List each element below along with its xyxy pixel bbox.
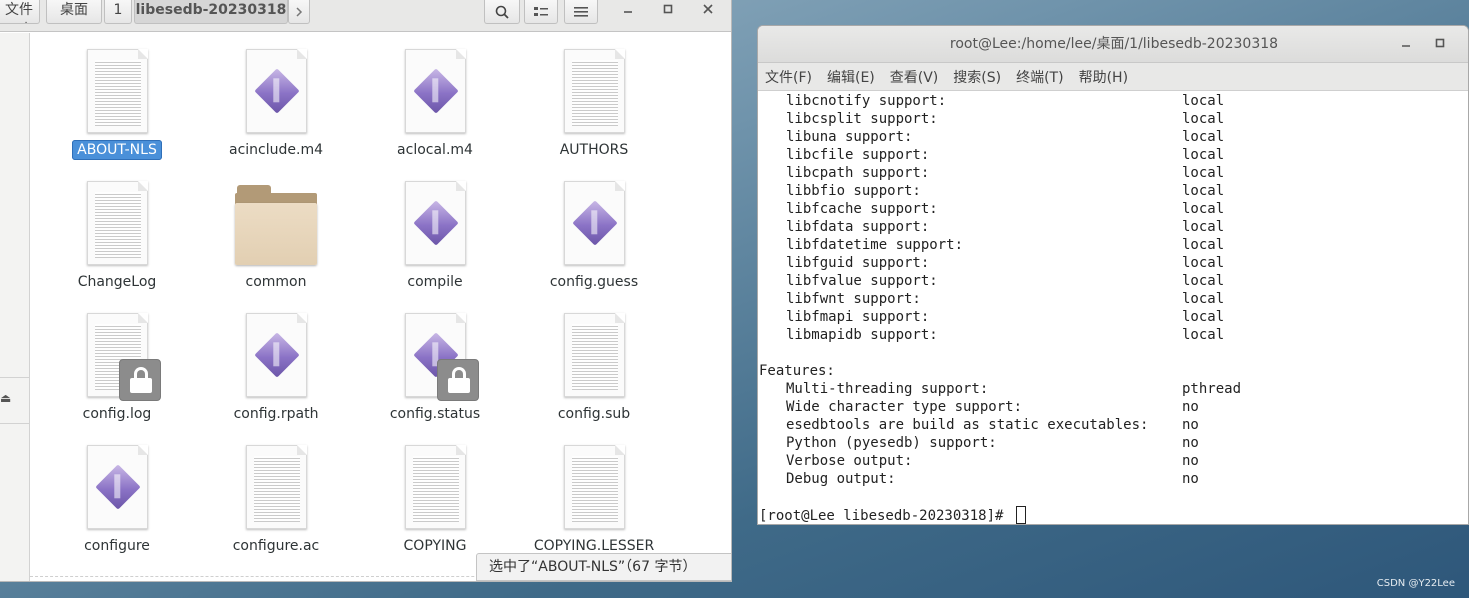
- sidebar-divider: [0, 423, 30, 424]
- file-name-label: config.log: [82, 406, 152, 422]
- text-file-icon: [87, 181, 148, 265]
- breadcrumb-desktop[interactable]: 桌面: [46, 0, 102, 24]
- file-name-label: AUTHORS: [559, 142, 629, 158]
- maximize-icon: [663, 4, 673, 14]
- menu-search[interactable]: 搜索(S): [953, 67, 1001, 87]
- close-button[interactable]: [693, 0, 723, 18]
- file-name-label: compile: [407, 274, 463, 290]
- menu-file[interactable]: 文件(F): [765, 67, 812, 87]
- hamburger-icon: [574, 6, 588, 17]
- file-item-changelog[interactable]: ChangeLog: [37, 181, 197, 313]
- text-file-icon: [405, 445, 466, 529]
- close-icon: [703, 4, 713, 14]
- file-manager-window: 文件夹 桌面 1 libesedb-20230318 ⏏: [0, 0, 732, 582]
- text-file-icon: [564, 445, 625, 529]
- breadcrumb-next-button[interactable]: [288, 0, 310, 24]
- file-item-config-rpath[interactable]: config.rpath: [196, 313, 356, 445]
- text-file-icon: [246, 445, 307, 529]
- file-name-label: common: [245, 274, 307, 290]
- terminal-title: root@Lee:/home/lee/桌面/1/libesedb-2023031…: [949, 36, 1279, 52]
- file-item-aclocal[interactable]: aclocal.m4: [355, 49, 515, 181]
- file-manager-header: 文件夹 桌面 1 libesedb-20230318: [0, 0, 731, 32]
- menu-view[interactable]: 查看(V): [890, 67, 939, 87]
- maximize-button[interactable]: [1432, 26, 1448, 63]
- menu-edit[interactable]: 编辑(E): [827, 67, 875, 87]
- file-item-config-sub[interactable]: config.sub: [514, 313, 674, 445]
- text-file-icon: [564, 313, 625, 397]
- menu-help[interactable]: 帮助(H): [1079, 67, 1128, 87]
- minimize-icon: [1402, 45, 1410, 47]
- file-name-label: config.sub: [557, 406, 631, 422]
- text-file-icon: [564, 49, 625, 133]
- file-name-label: configure.ac: [232, 538, 320, 554]
- script-file-icon: [246, 313, 307, 397]
- file-name-label: acinclude.m4: [229, 142, 323, 158]
- script-file-icon: [405, 49, 466, 133]
- menu-button[interactable]: [564, 0, 598, 24]
- text-cursor: [1015, 506, 1026, 524]
- search-button[interactable]: [484, 0, 520, 24]
- terminal-window: root@Lee:/home/lee/桌面/1/libesedb-2023031…: [757, 25, 1469, 525]
- file-name-label: config.rpath: [233, 406, 319, 422]
- file-name-label: config.status: [389, 406, 481, 422]
- maximize-icon: [1435, 38, 1445, 48]
- file-item-about-nls[interactable]: ABOUT-NLS: [37, 49, 197, 181]
- breadcrumb-folder[interactable]: 文件夹: [0, 0, 40, 24]
- search-icon: [495, 5, 509, 19]
- eject-icon[interactable]: ⏏: [0, 391, 11, 405]
- minimize-button[interactable]: [613, 0, 643, 18]
- shell-prompt[interactable]: [root@Lee libesedb-20230318]#: [759, 506, 1026, 524]
- file-name-label: configure: [84, 538, 150, 554]
- file-item-compile[interactable]: compile: [355, 181, 515, 313]
- chevron-right-icon: [296, 6, 303, 17]
- script-file-icon: [87, 445, 148, 529]
- breadcrumb-1[interactable]: 1: [104, 0, 132, 24]
- script-file-icon: [405, 181, 466, 265]
- file-item-config-guess[interactable]: config.guess: [514, 181, 674, 313]
- file-name-label: aclocal.m4: [397, 142, 473, 158]
- menu-terminal[interactable]: 终端(T): [1016, 67, 1063, 87]
- watermark: CSDN @Y22Lee: [1376, 578, 1455, 589]
- lock-icon: [437, 359, 479, 401]
- file-item-configure[interactable]: configure: [37, 445, 197, 577]
- file-item-authors[interactable]: AUTHORS: [514, 49, 674, 181]
- terminal-menubar: 文件(F) 编辑(E) 查看(V) 搜索(S) 终端(T) 帮助(H): [758, 63, 1468, 91]
- file-name-label: ChangeLog: [77, 274, 157, 290]
- sidebar: ⏏: [0, 33, 30, 581]
- file-name-label: config.guess: [549, 274, 639, 290]
- minimize-icon: [624, 11, 632, 13]
- view-mode-button[interactable]: [524, 0, 558, 24]
- file-item-config-status[interactable]: config.status: [355, 313, 515, 445]
- file-item-configure-ac[interactable]: configure.ac: [196, 445, 356, 577]
- terminal-output[interactable]: libcnotify support: local libcsplit suppo…: [758, 92, 1468, 524]
- file-item-acinclude[interactable]: acinclude.m4: [196, 49, 356, 181]
- file-name-label: ABOUT-NLS: [37, 140, 197, 160]
- breadcrumb-current[interactable]: libesedb-20230318: [134, 0, 288, 24]
- folder-icon: [235, 185, 317, 265]
- prompt-text: [root@Lee libesedb-20230318]#: [759, 508, 1012, 524]
- file-item-config-log[interactable]: config.log: [37, 313, 197, 445]
- text-file-icon: [87, 49, 148, 133]
- terminal-titlebar: root@Lee:/home/lee/桌面/1/libesedb-2023031…: [758, 26, 1468, 63]
- script-file-icon: [564, 181, 625, 265]
- list-view-icon: [534, 6, 548, 16]
- selection-status: 选中了“ABOUT-NLS”（67 字节）: [476, 553, 731, 581]
- maximize-button[interactable]: [653, 0, 683, 18]
- sidebar-divider: [0, 377, 30, 378]
- folder-item-common[interactable]: common: [196, 181, 356, 313]
- minimize-button[interactable]: [1398, 26, 1414, 63]
- lock-icon: [119, 359, 161, 401]
- script-file-icon: [246, 49, 307, 133]
